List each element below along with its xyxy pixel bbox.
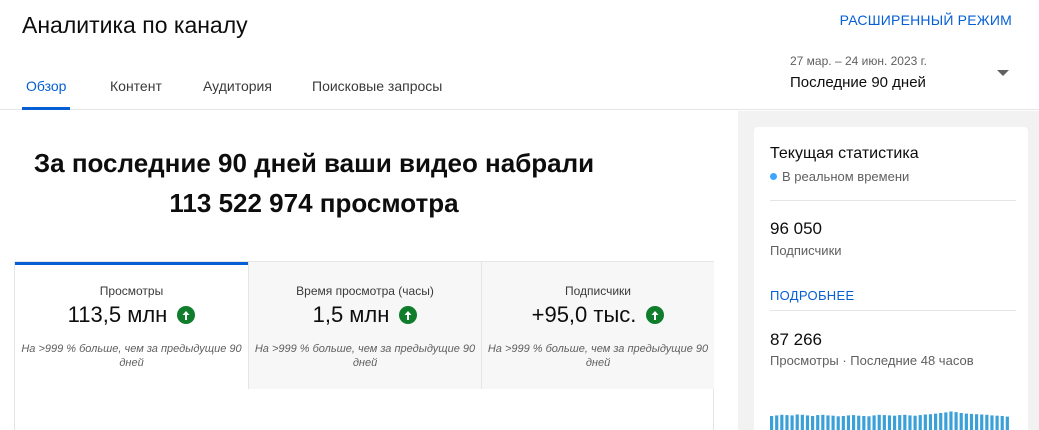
mini-chart-bar [790, 415, 794, 430]
divider [770, 200, 1016, 201]
mini-chart-bar [816, 415, 820, 430]
metric-value: 1,5 млн [312, 302, 390, 327]
subscribers-label: Подписчики [770, 243, 842, 258]
sidebar: Текущая статистика В реальном времени 96… [738, 111, 1039, 430]
live-dot-icon [770, 173, 777, 180]
realtime-label: В реальном времени [782, 169, 910, 184]
metric-card-views[interactable]: Просмотры 113,5 млн На >999 % больше, че… [15, 262, 248, 389]
metric-value-row: +95,0 тыс. [482, 302, 714, 328]
mini-chart-bar [964, 413, 968, 430]
mini-chart-bar [934, 413, 938, 430]
mini-chart-bar [846, 415, 851, 430]
tab-audience[interactable]: Аудитория [203, 78, 272, 94]
metric-cards: Просмотры 113,5 млн На >999 % больше, че… [14, 261, 714, 430]
mini-chart-bar [872, 415, 876, 430]
selected-metric-indicator [15, 262, 248, 265]
mini-chart-bar [985, 414, 989, 430]
main-content: За последние 90 дней ваши видео набрали … [0, 111, 737, 430]
mini-chart-bar [805, 415, 810, 430]
metric-comparison-note: На >999 % больше, чем за предыдущие 90 д… [487, 343, 709, 369]
metric-card-watch-time[interactable]: Время просмотра (часы) 1,5 млн На >999 %… [248, 262, 481, 389]
tab-overview[interactable]: Обзор [26, 78, 66, 94]
mini-chart-bar [852, 415, 856, 430]
mini-chart-bar [918, 415, 922, 430]
mini-chart-bar [893, 415, 897, 430]
mini-chart-bar [908, 415, 912, 430]
mini-chart-bar [857, 415, 861, 430]
mini-chart-bar [887, 415, 892, 430]
date-range-text: 27 мар. – 24 июн. 2023 г. [790, 54, 927, 68]
dropdown-arrow-icon[interactable] [997, 70, 1009, 76]
mini-chart-bar [949, 411, 953, 430]
mini-chart-bar [800, 414, 804, 430]
views-48h-chart[interactable] [770, 397, 1016, 430]
metric-value-row: 113,5 млн [15, 302, 248, 328]
realtime-stats-card: Текущая статистика В реальном времени 96… [754, 127, 1028, 430]
subscribers-count: 96 050 [770, 219, 822, 238]
mini-chart-bar [867, 416, 871, 430]
mini-chart-bar [980, 414, 984, 430]
page-title: Аналитика по каналу [22, 12, 248, 38]
metric-label: Просмотры [99, 284, 164, 298]
mini-chart-bar [841, 416, 845, 430]
mini-chart-bar [944, 412, 948, 430]
mini-chart-bar [785, 415, 789, 430]
headline-line-1: За последние 90 дней ваши видео набрали [33, 148, 595, 178]
tab-content[interactable]: Контент [110, 78, 162, 94]
metric-value: +95,0 тыс. [531, 302, 637, 327]
metric-value: 113,5 млн [67, 302, 168, 327]
mini-chart-bar [775, 415, 779, 430]
mini-chart-bar [975, 414, 979, 430]
mini-chart-bar [990, 415, 994, 430]
mini-chart-bar [969, 413, 974, 430]
mini-chart-bar [821, 414, 825, 430]
mini-chart-bar [995, 415, 999, 430]
mini-chart-bar [831, 415, 835, 430]
views-count: 87 266 [770, 330, 822, 349]
mini-chart-bar [811, 416, 815, 430]
mini-chart-bar [826, 415, 830, 430]
metric-label: Подписчики [564, 284, 631, 298]
mini-chart-bar [882, 415, 886, 430]
tab-search-queries[interactable]: Поисковые запросы [312, 78, 442, 94]
arrow-up-icon [646, 306, 665, 324]
header: Аналитика по каналу РАСШИРЕННЫЙ РЕЖИМ Об… [0, 0, 1039, 110]
mini-chart-bar [898, 415, 902, 430]
mini-chart-bar [836, 416, 840, 430]
mini-chart-bar [1005, 416, 1009, 430]
summary-headline: За последние 90 дней ваши видео набрали … [14, 143, 614, 223]
arrow-up-icon [177, 306, 196, 324]
mini-chart-bar [903, 414, 907, 430]
more-details-link[interactable]: ПОДРОБНЕЕ [770, 288, 854, 303]
mini-chart-bar [959, 413, 963, 430]
views-label: Просмотры · Последние 48 часов [770, 353, 974, 368]
active-tab-indicator [22, 107, 70, 110]
metric-label: Время просмотра (часы) [296, 284, 434, 298]
mini-chart-bar [954, 412, 958, 430]
metric-comparison-note: На >999 % больше, чем за предыдущие 90 д… [21, 343, 242, 369]
mini-chart-bar [928, 414, 933, 430]
date-range-label: Последние 90 дней [790, 74, 926, 91]
metric-comparison-note: На >999 % больше, чем за предыдущие 90 д… [254, 343, 476, 369]
metric-value-row: 1,5 млн [249, 302, 481, 328]
arrow-up-icon [399, 306, 418, 324]
mini-chart-bar [913, 415, 917, 430]
mini-chart-bar [862, 416, 866, 430]
card-title: Текущая статистика [770, 145, 919, 162]
mini-chart-bar [780, 414, 784, 430]
date-range-picker[interactable]: 27 мар. – 24 июн. 2023 г. Последние 90 д… [790, 54, 1015, 96]
mini-chart-bar [770, 416, 774, 430]
mini-chart-bar [877, 414, 881, 430]
mini-chart-bar [1000, 416, 1004, 430]
mini-chart-bar [939, 413, 943, 430]
divider [770, 310, 1016, 311]
headline-line-2: 113 522 974 просмотра [169, 188, 459, 218]
metric-card-subscribers[interactable]: Подписчики +95,0 тыс. На >999 % больше, … [481, 262, 714, 389]
mini-chart-bar [795, 414, 799, 430]
mini-chart-bar [923, 414, 927, 430]
realtime-indicator: В реальном времени [770, 169, 909, 184]
advanced-mode-link[interactable]: РАСШИРЕННЫЙ РЕЖИМ [840, 12, 1012, 28]
